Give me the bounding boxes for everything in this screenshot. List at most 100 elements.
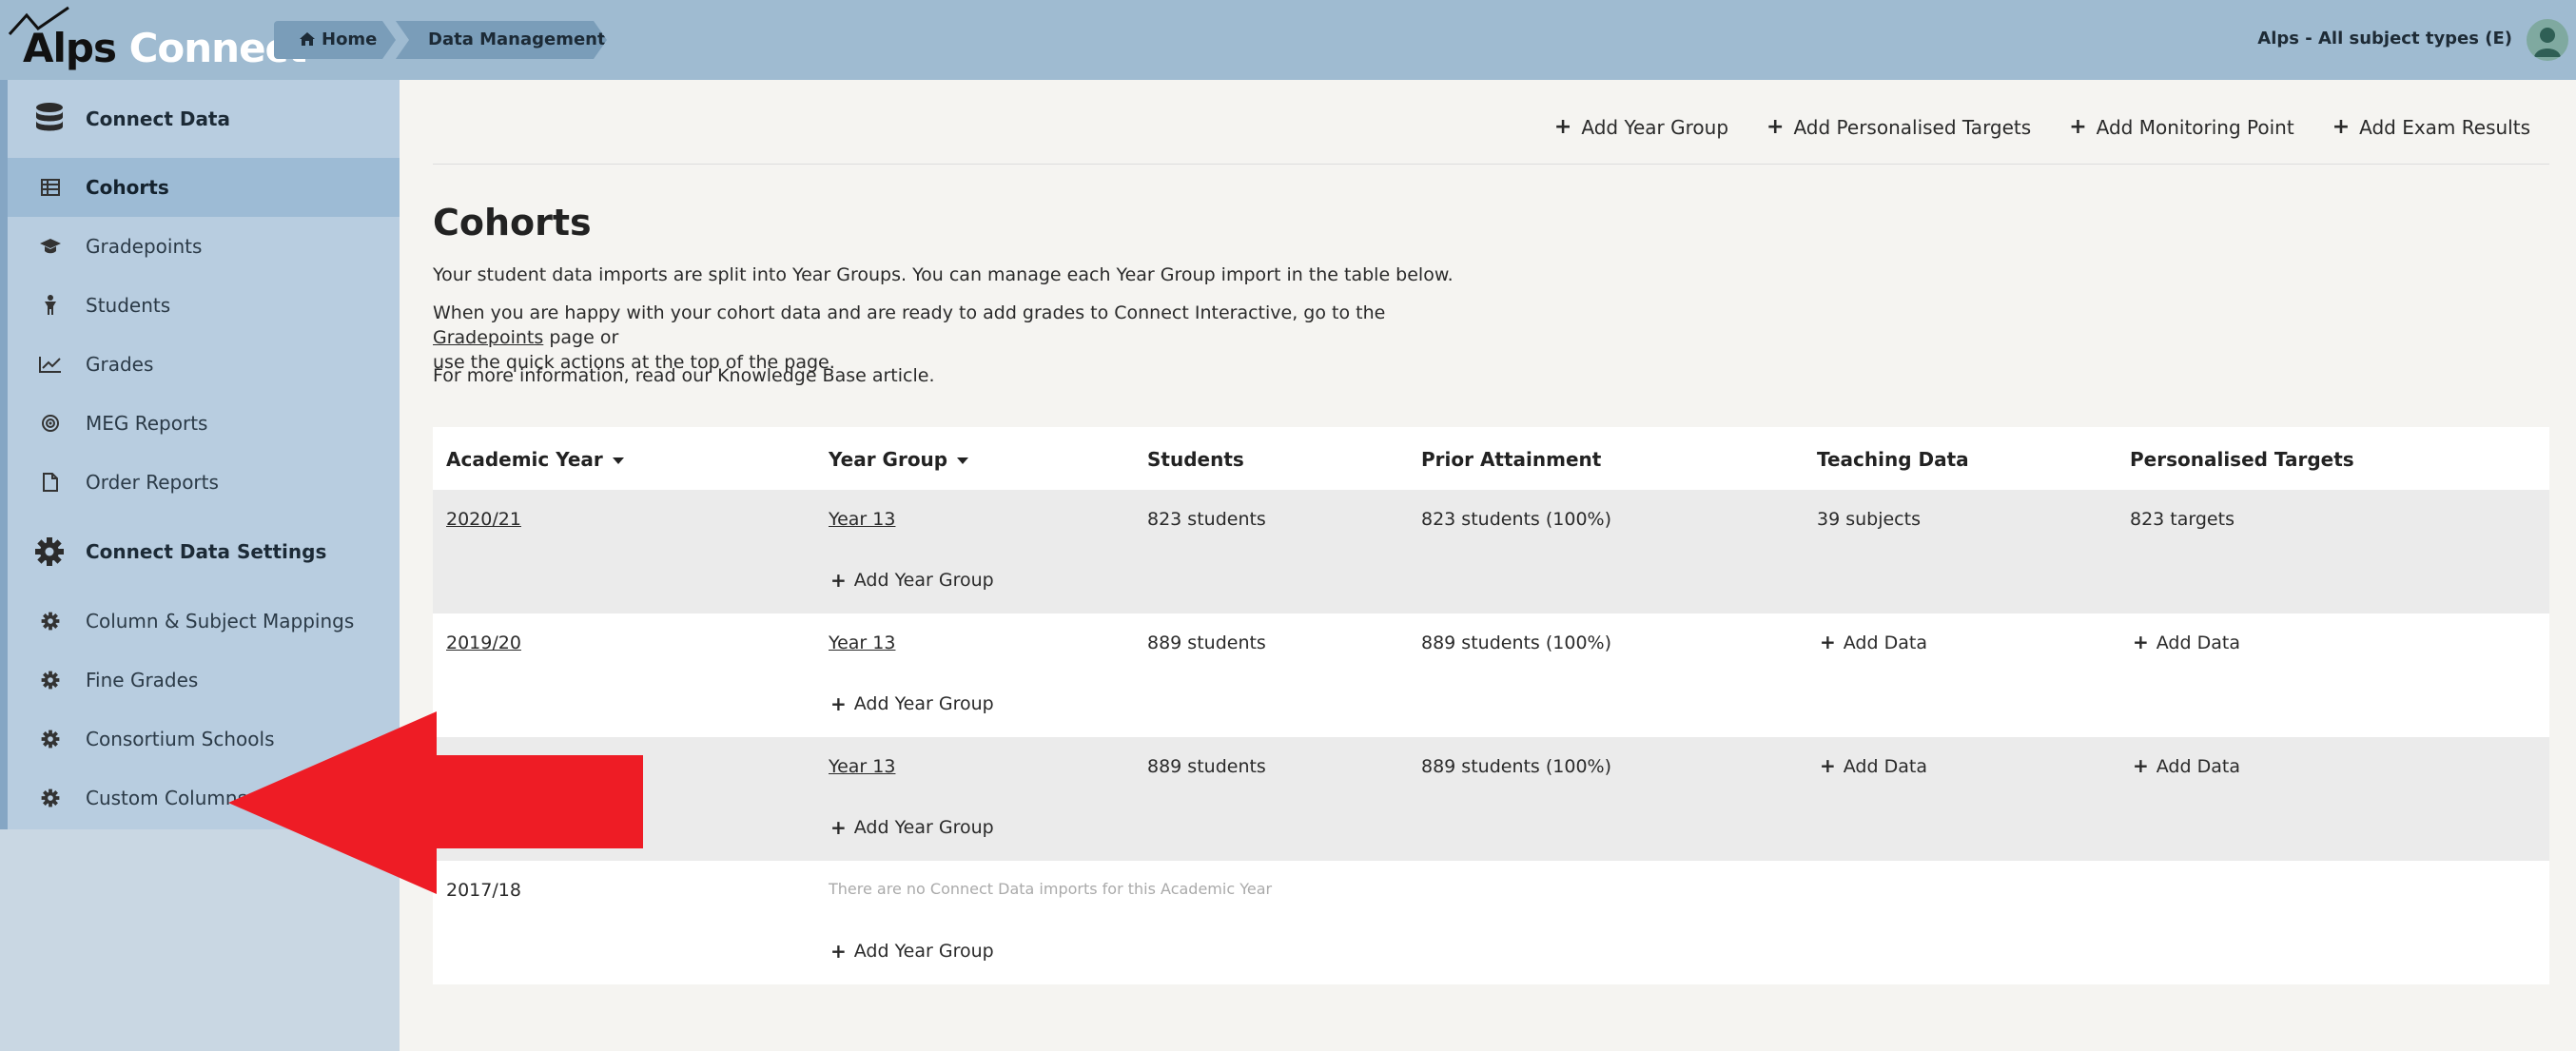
sidebar-item-label: Custom Columns: [86, 787, 247, 809]
sidebar-item-label: MEG Reports: [86, 412, 208, 435]
account-label[interactable]: Alps - All subject types (E): [2257, 29, 2512, 49]
year-group-link[interactable]: Year 13: [829, 633, 895, 653]
child-icon: [36, 295, 65, 316]
add-exam-results-action[interactable]: + Add Exam Results: [2332, 116, 2530, 139]
add-year-group-action[interactable]: + Add Year Group: [1554, 116, 1728, 139]
sidebar-item-label: Order Reports: [86, 471, 219, 494]
line-chart-icon: [36, 356, 65, 373]
plus-icon: +: [1553, 115, 1572, 139]
students-count: 889 students: [1147, 633, 1266, 653]
add-year-group-label: Add Year Group: [853, 941, 994, 962]
add-data-label: Add Data: [2156, 633, 2240, 653]
sidebar-item-label: Connect Data Settings: [86, 540, 327, 563]
breadcrumb-home[interactable]: Home: [274, 21, 396, 59]
plus-icon: +: [830, 940, 847, 963]
plus-icon: +: [2332, 115, 2351, 139]
quick-actions: + Add Year Group + Add Personalised Target…: [1554, 116, 2530, 139]
sidebar-item-grades[interactable]: Grades: [8, 335, 400, 394]
sidebar-item-label: Grades: [86, 353, 154, 376]
plus-icon: +: [2069, 115, 2087, 139]
no-imports-note: There are no Connect Data imports for th…: [829, 880, 1273, 898]
add-year-group-label: Add Year Group: [853, 693, 994, 714]
targets-add-data-button[interactable]: + Add Data: [2133, 633, 2240, 653]
sidebar-item-fine-grades[interactable]: Fine Grades: [8, 651, 400, 710]
sidebar-item-label: Students: [86, 294, 171, 317]
students-count: 823 students: [1147, 509, 1266, 530]
column-header-students: Students: [1147, 448, 1244, 471]
breadcrumb-data-management[interactable]: Data Management: [396, 21, 607, 59]
column-header-teaching-data: Teaching Data: [1817, 448, 1969, 471]
plus-icon: +: [830, 692, 847, 715]
plus-icon: +: [1820, 631, 1836, 653]
academic-year-link[interactable]: 2019/20: [446, 633, 521, 653]
sidebar-section-connect-data-settings[interactable]: Connect Data Settings: [8, 522, 400, 581]
action-label: Add Personalised Targets: [1793, 116, 2032, 139]
column-header-year-group[interactable]: Year Group: [829, 448, 969, 471]
gradepoints-link[interactable]: Gradepoints: [433, 327, 543, 348]
sidebar-item-order-reports[interactable]: Order Reports: [8, 453, 400, 512]
instructions-text-end: page or: [543, 327, 619, 348]
column-header-label: Year Group: [829, 448, 948, 471]
table-row: 2017/18 There are no Connect Data import…: [433, 861, 2549, 984]
divider: [433, 164, 2549, 165]
sidebar: Connect Data Cohorts Gradepoints Student…: [0, 80, 400, 1051]
add-year-group-button[interactable]: + Add Year Group: [830, 817, 994, 838]
table-row: 2019/20 Year 13 889 students 889 student…: [433, 613, 2549, 737]
plus-icon: +: [2133, 754, 2149, 777]
plus-icon: +: [830, 569, 847, 592]
instructions-text: When you are happy with your cohort data…: [433, 302, 1386, 323]
home-icon: [299, 23, 316, 61]
sidebar-item-label: Connect Data: [86, 107, 230, 130]
students-count: 889 students: [1147, 756, 1266, 777]
teaching-data-value: 39 subjects: [1817, 509, 1921, 530]
user-icon: [2534, 28, 2561, 57]
gear-icon: [36, 671, 65, 690]
file-icon: [36, 473, 65, 492]
prior-attainment-value: 889 students (100%): [1421, 756, 1612, 777]
sidebar-item-gradepoints[interactable]: Gradepoints: [8, 217, 400, 276]
logo-alps: Alps: [23, 25, 117, 71]
breadcrumb-data-management-label: Data Management: [428, 29, 606, 49]
add-monitoring-point-action[interactable]: + Add Monitoring Point: [2069, 116, 2293, 139]
sidebar-section-connect-data[interactable]: Connect Data: [8, 89, 400, 148]
add-year-group-label: Add Year Group: [853, 817, 994, 838]
academic-year-link[interactable]: 2020/21: [446, 509, 521, 530]
add-personalised-targets-action[interactable]: + Add Personalised Targets: [1766, 116, 2031, 139]
alps-connect-logo[interactable]: Alps Connect: [8, 6, 307, 74]
plus-icon: +: [1766, 115, 1785, 139]
top-bar: Alps Connect Home Data Management Alps -…: [0, 0, 2576, 80]
gear-icon: [36, 612, 65, 631]
plus-icon: +: [830, 816, 847, 839]
gear-icon: [36, 788, 65, 808]
sidebar-item-label: Fine Grades: [86, 669, 199, 691]
action-label: Add Year Group: [1581, 116, 1729, 139]
red-arrow-annotation-icon: [228, 711, 643, 894]
add-year-group-label: Add Year Group: [853, 570, 994, 591]
gear-icon: [36, 730, 65, 749]
logo-text: Alps Connect: [23, 29, 307, 68]
graduation-cap-icon: [36, 238, 65, 255]
add-data-label: Add Data: [1843, 756, 1927, 777]
avatar[interactable]: [2527, 19, 2568, 61]
sidebar-item-cohorts[interactable]: Cohorts: [8, 158, 400, 217]
column-header-academic-year[interactable]: Academic Year: [446, 448, 624, 471]
bullseye-icon: [36, 414, 65, 433]
add-year-group-button[interactable]: + Add Year Group: [830, 941, 994, 962]
year-group-link[interactable]: Year 13: [829, 756, 895, 777]
plus-icon: +: [2133, 631, 2149, 653]
column-header-prior-attainment: Prior Attainment: [1421, 448, 1602, 471]
add-year-group-button[interactable]: + Add Year Group: [830, 570, 994, 591]
add-data-label: Add Data: [2156, 756, 2240, 777]
personalised-targets-value: 823 targets: [2130, 509, 2234, 530]
gear-icon: [32, 536, 67, 567]
year-group-link[interactable]: Year 13: [829, 509, 895, 530]
teaching-add-data-button[interactable]: + Add Data: [1820, 633, 1927, 653]
sidebar-item-students[interactable]: Students: [8, 276, 400, 335]
sidebar-item-label: Column & Subject Mappings: [86, 610, 355, 633]
sidebar-item-meg-reports[interactable]: MEG Reports: [8, 394, 400, 453]
action-label: Add Monitoring Point: [2096, 116, 2294, 139]
targets-add-data-button[interactable]: + Add Data: [2133, 756, 2240, 777]
teaching-add-data-button[interactable]: + Add Data: [1820, 756, 1927, 777]
add-year-group-button[interactable]: + Add Year Group: [830, 693, 994, 714]
sidebar-item-column-subject-mappings[interactable]: Column & Subject Mappings: [8, 592, 400, 651]
